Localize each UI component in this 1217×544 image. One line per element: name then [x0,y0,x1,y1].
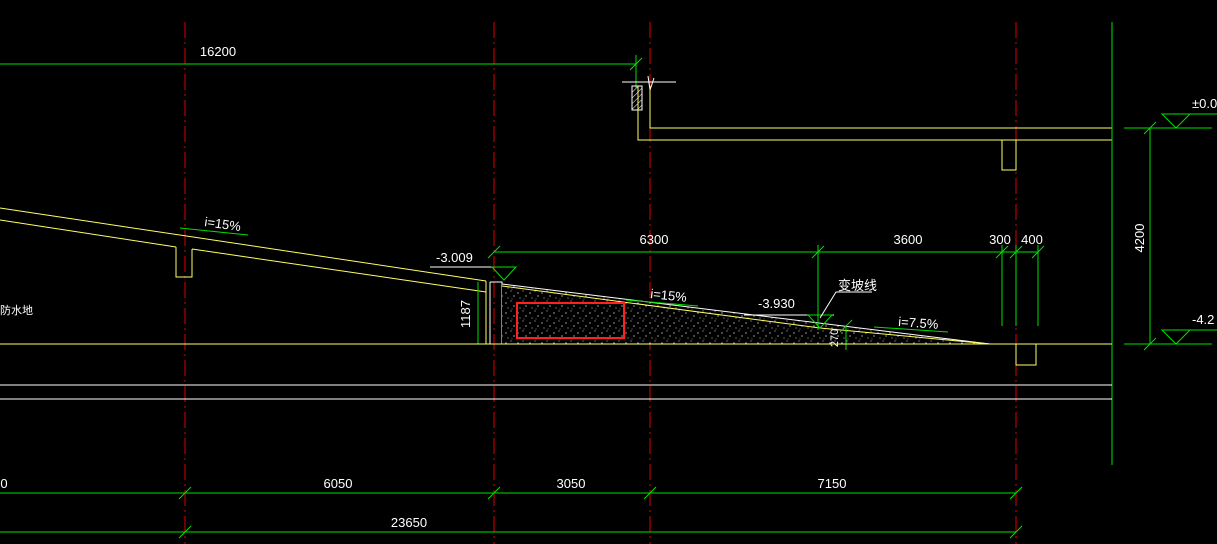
lower-slope: i=7.5% [873,314,949,333]
elev-top-right: ±0.0 [1192,96,1217,111]
upper-ramp: i=15% 防水地 [0,207,487,344]
dim-mid-6300: 6300 [640,232,669,247]
elev-slope-change: -3.930 [758,296,795,311]
dim-bottom-first: 0 [0,476,7,491]
dimension-top: 16200 [0,44,643,88]
elev-ramp-start: -3.009 [436,250,473,265]
dim-mid-300: 300 [989,232,1011,247]
dim-wall-1187: 1187 [458,300,473,328]
cad-drawing-canvas: 16200 ±0.0 -4.2 4200 i=15% 防水地 -3.009 11… [0,22,1217,544]
ramp-start-elev: -3.009 [430,250,518,281]
floor-lines [0,343,1112,400]
dim-bottom-7150: 7150 [818,476,847,491]
dim-bottom-total: 23650 [391,515,427,530]
right-elevations: ±0.0 -4.2 4200 [1111,22,1217,465]
top-slab [622,75,1112,171]
label-slope-change: 变坡线 [838,278,877,293]
dim-bottom-3050: 3050 [557,476,586,491]
dim-top-total: 16200 [200,44,236,59]
dim-bottom-6050: 6050 [324,476,353,491]
dim-mid-3600: 3600 [894,232,923,247]
axis-lines [184,22,1017,544]
dim-height-4200: 4200 [1132,224,1147,253]
dim-mid-400: 400 [1021,232,1043,247]
dimension-bottom: 0 6050 3050 7150 23650 [0,476,1023,539]
label-left-cut: 防水地 [0,303,33,317]
wall-hatch [631,85,643,111]
slope-lower: i=7.5% [898,314,939,332]
fill-wedge [501,283,991,345]
elev-bottom-right: -4.2 [1192,312,1214,327]
